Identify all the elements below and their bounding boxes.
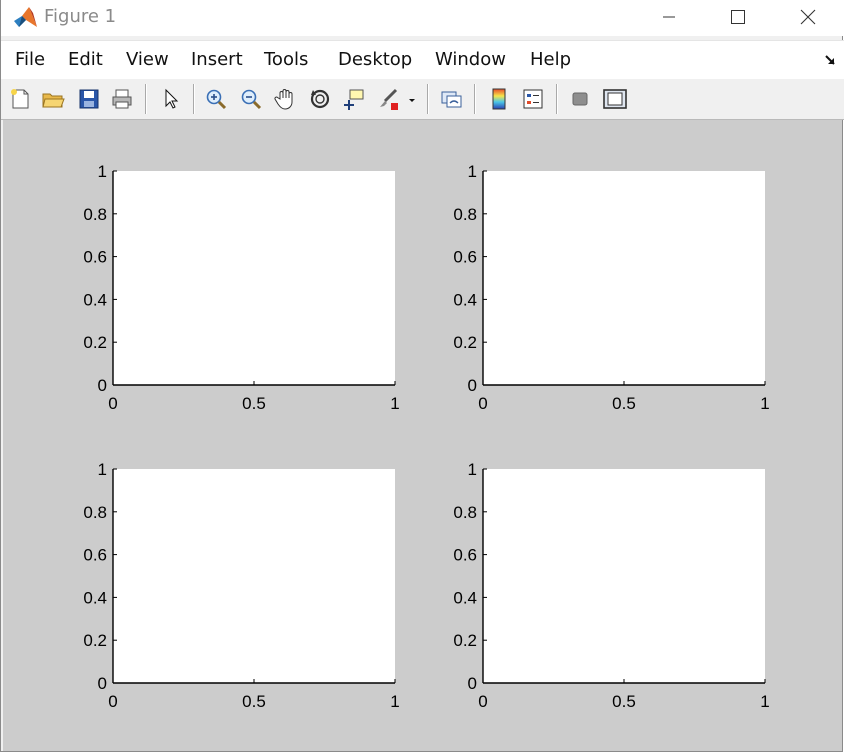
y-tick-label: 0	[468, 674, 477, 693]
x-tick-label: 0.5	[612, 692, 636, 711]
y-tick-label: 0.4	[453, 290, 477, 309]
zoom-out-icon[interactable]	[237, 85, 265, 113]
axes-container: 0 0.5 100.20.40.60.810 0.5 100.20.40.60.810 0…	[83, 162, 769, 711]
axes-bottom-left[interactable]: 0 0.5 1 0 0.2 0.4 0.6 0.8 1	[83, 460, 399, 711]
toolbar-separator	[474, 84, 476, 114]
toolbar-separator	[193, 84, 195, 114]
y-tick-label: 0	[468, 376, 477, 395]
plot-area[interactable]	[113, 171, 395, 385]
menu-edit[interactable]: Edit	[68, 49, 103, 70]
y-tick-label: 0	[98, 674, 107, 693]
menu-bar: File Edit View Insert Tools Desktop Wind…	[1, 40, 844, 80]
y-tick-label: 1	[98, 460, 107, 479]
link-plot-icon[interactable]	[438, 85, 466, 113]
menu-window[interactable]: Window	[435, 49, 506, 70]
x-tick-label: 0	[478, 394, 487, 413]
toolbar-separator	[556, 84, 558, 114]
y-tick-label: 0.6	[83, 546, 107, 565]
maximize-button[interactable]	[715, 0, 761, 34]
axes-top-left[interactable]: 0 0.5 1 0 0.2 0.4 0.6 0.8 1	[83, 162, 399, 413]
toolbar-separator	[145, 84, 147, 114]
x-tick-label: 1	[390, 692, 399, 711]
insert-legend-icon[interactable]	[519, 85, 547, 113]
y-tick-label: 0.4	[83, 588, 107, 607]
minimize-button[interactable]	[646, 0, 692, 34]
new-figure-icon[interactable]	[6, 85, 34, 113]
x-tick-label: 0	[108, 394, 117, 413]
brush-dropdown-icon[interactable]	[405, 85, 419, 113]
x-tick-label: 0.5	[242, 394, 266, 413]
figure-window: Figure 1 File Edit View Insert Tools Des…	[0, 0, 844, 752]
y-tick-label: 0.2	[83, 631, 107, 650]
y-tick-label: 0.8	[83, 503, 107, 522]
x-tick-label: 1	[760, 692, 769, 711]
x-tick-label: 0.5	[612, 394, 636, 413]
y-tick-label: 0.2	[453, 333, 477, 352]
figure-canvas: 0 0.5 1 0 0.2 0.4 0.6 0.8 1 0 0.5 1 0 0.2 0.4 0.6 0.8 1 0 0…	[3, 120, 842, 751]
menu-view[interactable]: View	[126, 49, 169, 70]
menu-desktop[interactable]: Desktop	[338, 49, 412, 70]
toolbar-separator	[427, 84, 429, 114]
menu-tools[interactable]: Tools	[264, 49, 308, 70]
pan-icon[interactable]	[272, 85, 300, 113]
x-tick-label: 1	[760, 394, 769, 413]
window-title: Figure 1	[44, 6, 117, 27]
y-tick-label: 0.8	[83, 205, 107, 224]
brush-icon[interactable]	[374, 85, 402, 113]
data-cursor-icon[interactable]	[340, 85, 368, 113]
zoom-in-icon[interactable]	[202, 85, 230, 113]
plot-area[interactable]	[113, 469, 395, 683]
matlab-logo-icon	[13, 5, 39, 29]
axes-bottom-right[interactable]: 0 0.5 1 0 0.2 0.4 0.6 0.8 1	[453, 460, 769, 711]
dock-arrow-icon[interactable]	[824, 53, 836, 71]
y-tick-label: 0.4	[453, 588, 477, 607]
y-tick-label: 0.2	[453, 631, 477, 650]
y-tick-label: 1	[468, 460, 477, 479]
y-tick-label: 0.4	[83, 290, 107, 309]
x-tick-label: 0	[108, 692, 117, 711]
x-tick-label: 0.5	[242, 692, 266, 711]
edit-plot-icon[interactable]	[157, 85, 185, 113]
y-tick-label: 1	[468, 162, 477, 181]
y-tick-label: 0.6	[453, 248, 477, 267]
save-icon[interactable]	[75, 85, 103, 113]
rotate-3d-icon[interactable]	[306, 85, 334, 113]
axes-top-right[interactable]: 0 0.5 1 0 0.2 0.4 0.6 0.8 1	[453, 162, 769, 413]
open-file-icon[interactable]	[39, 85, 67, 113]
hide-plot-tools-icon[interactable]	[566, 85, 594, 113]
x-tick-label: 0	[478, 692, 487, 711]
menu-file[interactable]: File	[15, 49, 45, 70]
menu-insert[interactable]: Insert	[191, 49, 243, 70]
y-tick-label: 0	[98, 376, 107, 395]
insert-colorbar-icon[interactable]	[485, 85, 513, 113]
menu-help[interactable]: Help	[530, 49, 571, 70]
y-tick-label: 0.6	[83, 248, 107, 267]
plot-area[interactable]	[483, 171, 765, 385]
plot-area[interactable]	[483, 469, 765, 683]
y-tick-label: 0.6	[453, 546, 477, 565]
y-tick-label: 0.8	[453, 205, 477, 224]
y-tick-label: 0.2	[83, 333, 107, 352]
show-plot-tools-icon[interactable]	[601, 85, 629, 113]
title-bar[interactable]: Figure 1	[1, 0, 844, 36]
y-tick-label: 0.8	[453, 503, 477, 522]
x-tick-label: 1	[390, 394, 399, 413]
y-tick-label: 1	[98, 162, 107, 181]
print-icon[interactable]	[108, 85, 136, 113]
close-button[interactable]	[785, 0, 831, 34]
figure-toolbar	[1, 79, 844, 120]
